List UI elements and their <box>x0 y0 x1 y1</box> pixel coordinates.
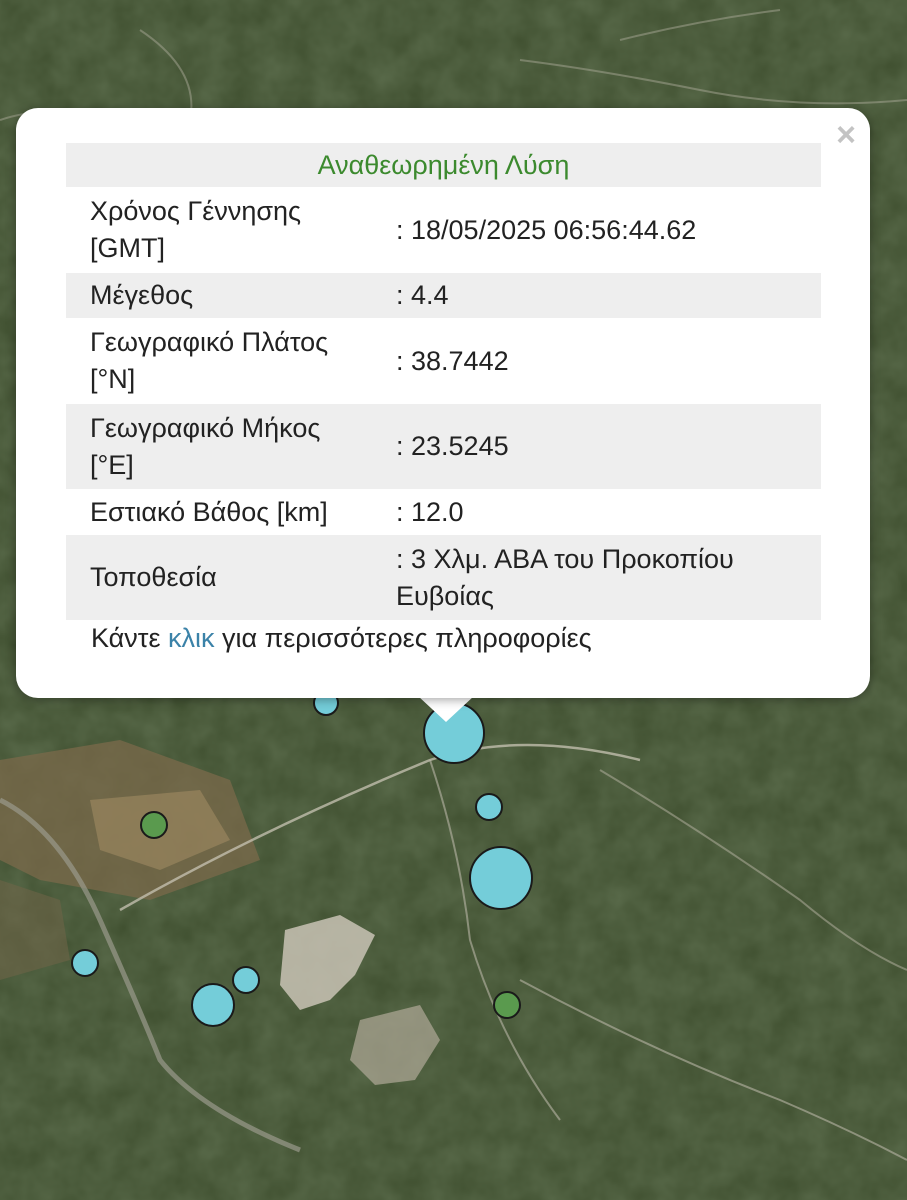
info-value: : 3 Χλμ. ΑΒΑ του Προκοπίου Ευβοίας <box>372 535 821 620</box>
more-info-link[interactable]: κλικ <box>168 623 215 653</box>
info-label: Γεωγραφικό Μήκος [°E] <box>66 404 372 489</box>
popup-title-row: Αναθεωρημένη Λύση <box>66 143 821 187</box>
popup-footer: Κάντε κλικ για περισσότερες πληροφορίες <box>91 623 592 654</box>
info-row-location: Τοποθεσία : 3 Χλμ. ΑΒΑ του Προκοπίου Ευβ… <box>66 535 821 620</box>
close-icon[interactable]: × <box>836 118 856 152</box>
earthquake-marker[interactable] <box>71 949 99 977</box>
info-row-depth: Εστιακό Βάθος [km] : 12.0 <box>66 489 821 535</box>
info-value: : 18/05/2025 06:56:44.62 <box>396 214 697 245</box>
popup-pointer <box>418 696 474 722</box>
earthquake-info-popup: × Αναθεωρημένη Λύση Χρόνος Γέννησης [GMT… <box>16 108 870 698</box>
earthquake-marker[interactable] <box>232 966 260 994</box>
earthquake-marker[interactable] <box>493 991 521 1019</box>
footer-text: Κάντε <box>91 623 168 653</box>
info-row-latitude: Γεωγραφικό Πλάτος [°N] : 38.7442 <box>66 318 821 404</box>
info-label: Γεωγραφικό Πλάτος [°N] <box>90 327 329 394</box>
info-row-origin-time: Χρόνος Γέννησης [GMT] : 18/05/2025 06:56… <box>66 187 821 273</box>
popup-title: Αναθεωρημένη Λύση <box>66 143 821 187</box>
earthquake-marker[interactable] <box>191 983 235 1027</box>
info-row-longitude: Γεωγραφικό Μήκος [°E] : 23.5245 <box>66 404 821 489</box>
info-label: Εστιακό Βάθος [km] <box>90 496 328 527</box>
earthquake-marker[interactable] <box>469 846 533 910</box>
earthquake-marker[interactable] <box>140 811 168 839</box>
info-label: Χρόνος Γέννησης [GMT] <box>90 196 302 263</box>
info-label: Μέγεθος <box>66 273 372 318</box>
info-value: : 23.5245 <box>372 404 821 489</box>
footer-text: για περισσότερες πληροφορίες <box>214 623 592 653</box>
info-value: : 38.7442 <box>396 345 509 376</box>
info-label: Τοποθεσία <box>66 535 372 620</box>
earthquake-info-table: Αναθεωρημένη Λύση Χρόνος Γέννησης [GMT] … <box>66 143 821 620</box>
earthquake-marker[interactable] <box>475 793 503 821</box>
info-row-magnitude: Μέγεθος : 4.4 <box>66 273 821 318</box>
info-value: : 12.0 <box>396 496 464 527</box>
info-value: : 4.4 <box>372 273 821 318</box>
